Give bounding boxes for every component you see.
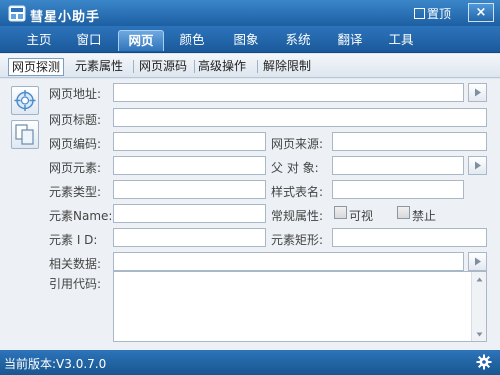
tab-element-attributes[interactable]: 元素属性 (72, 58, 126, 76)
stylesheet-field[interactable] (332, 180, 464, 199)
menu-home[interactable]: 主页 (18, 30, 60, 51)
related-data-field[interactable] (113, 252, 464, 271)
menu-window[interactable]: 窗口 (68, 30, 110, 51)
gear-icon[interactable] (476, 354, 492, 370)
close-button[interactable]: × (468, 3, 494, 22)
disabled-label: 禁止 (412, 209, 437, 223)
parent-field[interactable] (332, 156, 464, 175)
related-data-go-button[interactable] (468, 252, 487, 271)
tab-webpage-source[interactable]: 网页源码 (136, 58, 190, 76)
pin-label: 置顶 (427, 7, 452, 21)
menu-image[interactable]: 图象 (225, 30, 267, 51)
reference-code-label: 引用代码: (49, 277, 102, 291)
play-arrow-icon (474, 88, 481, 97)
source-field[interactable] (332, 132, 487, 151)
disabled-checkbox[interactable] (397, 206, 410, 219)
element-id-field[interactable] (113, 228, 266, 247)
menu-tools[interactable]: 工具 (380, 30, 422, 51)
webpage-subtabs: 网页探测 元素属性 网页源码 高级操作 解除限制 (0, 54, 500, 78)
menu-color[interactable]: 颜色 (171, 30, 213, 51)
app-logo-icon (8, 5, 26, 22)
tab-separator (133, 60, 134, 73)
encoding-label: 网页编码: (49, 137, 102, 151)
close-icon: × (475, 5, 487, 20)
source-label: 网页来源: (271, 137, 324, 151)
version-text: 当前版本:V3.0.7.0 (4, 357, 107, 371)
element-field[interactable] (113, 156, 266, 175)
encoding-field[interactable] (113, 132, 266, 151)
element-rect-field[interactable] (332, 228, 487, 247)
url-label: 网页地址: (49, 87, 102, 101)
stylesheet-label: 样式表名: (271, 185, 324, 199)
url-go-button[interactable] (468, 83, 487, 102)
title-field[interactable] (113, 108, 487, 127)
status-bar: 当前版本:V3.0.7.0 (0, 350, 500, 375)
element-type-label: 元素类型: (49, 185, 102, 199)
tab-remove-restrictions[interactable]: 解除限制 (260, 58, 314, 76)
menu-system[interactable]: 系统 (277, 30, 319, 51)
menu-translate[interactable]: 翻译 (329, 30, 371, 51)
element-rect-label: 元素矩形: (271, 233, 324, 247)
window-title: 彗星小助手 (30, 10, 101, 25)
pin-checkbox-icon (414, 8, 425, 19)
play-arrow-icon (474, 161, 481, 170)
title-label: 网页标题: (49, 113, 102, 127)
general-attributes-label: 常规属性: (271, 209, 324, 223)
reference-code-textarea[interactable] (113, 271, 487, 342)
scroll-up-arrow-icon[interactable] (472, 272, 486, 286)
visible-label: 可视 (349, 209, 374, 223)
crosshair-target-icon (14, 90, 36, 111)
title-bar: 彗星小助手 置顶 × (0, 0, 500, 26)
element-type-field[interactable] (113, 180, 266, 199)
element-name-field[interactable] (113, 204, 266, 223)
related-data-label: 相关数据: (49, 257, 102, 271)
visible-checkbox[interactable] (334, 206, 347, 219)
menu-webpage[interactable]: 网页 (118, 30, 164, 51)
tab-advanced-operations[interactable]: 高级操作 (195, 58, 249, 76)
code-scrollbar[interactable] (471, 272, 486, 341)
probe-drag-button[interactable] (11, 86, 39, 115)
pin-on-top-toggle[interactable]: 置顶 (414, 5, 451, 22)
copy-button[interactable] (11, 120, 39, 149)
element-label: 网页元素: (49, 161, 102, 175)
tab-webpage-probe[interactable]: 网页探测 (8, 58, 65, 76)
scroll-down-arrow-icon[interactable] (472, 327, 486, 341)
element-id-label: 元素 I D: (49, 233, 98, 247)
play-arrow-icon (474, 257, 481, 266)
element-name-label: 元素Name: (49, 209, 113, 223)
url-field[interactable] (113, 83, 464, 102)
tab-separator (257, 60, 258, 73)
main-menu: 主页 窗口 网页 颜色 图象 系统 翻译 工具 (0, 26, 500, 53)
copy-pages-icon (15, 124, 34, 145)
parent-label: 父 对 象: (271, 161, 319, 175)
parent-go-button[interactable] (468, 156, 487, 175)
